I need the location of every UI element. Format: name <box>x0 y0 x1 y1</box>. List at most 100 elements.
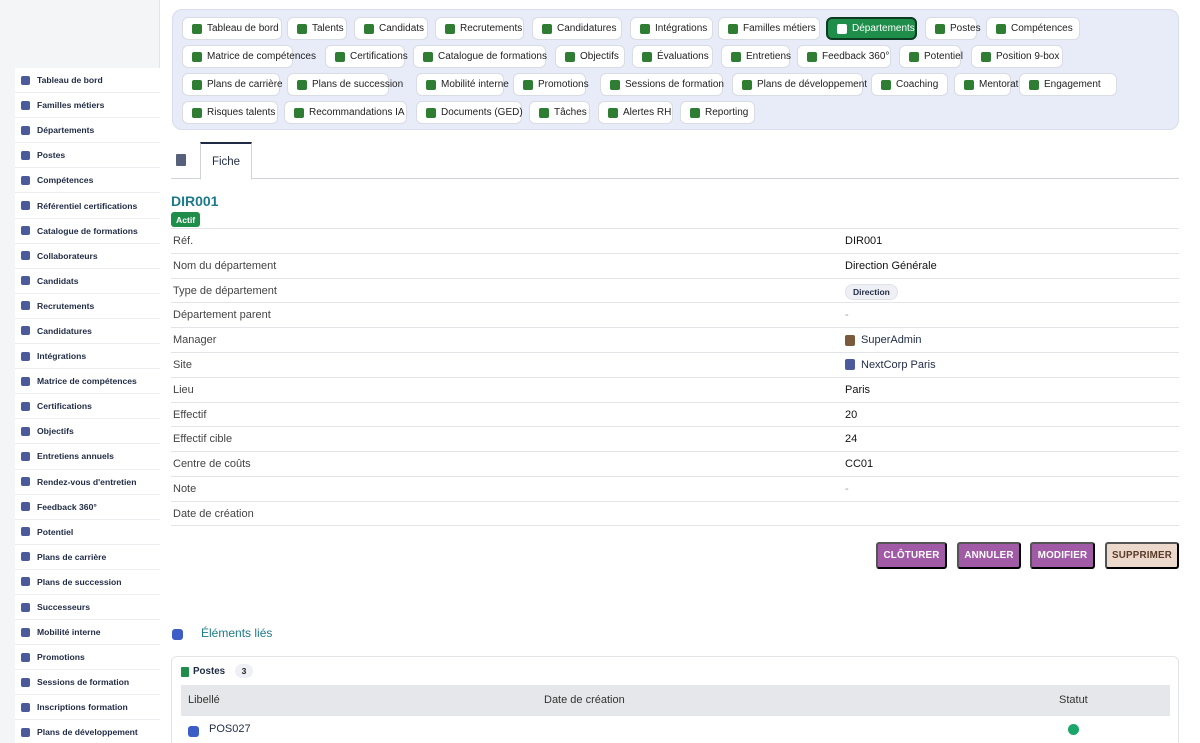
sidebar-item[interactable]: Objectifs <box>15 419 160 445</box>
sidebar-item[interactable]: Plans de succession <box>15 570 160 595</box>
nav-career-icon[interactable]: Plans de carrière <box>182 73 283 96</box>
nav-user-icon[interactable]: Talents <box>287 17 347 40</box>
sidebar-item[interactable]: Candidatures <box>15 319 160 345</box>
nav-mentor-icon[interactable]: Mentorat <box>954 73 1018 96</box>
sidebar-item[interactable]: Certifications <box>15 394 160 420</box>
sidebar-item[interactable]: Référentiel certifications <box>15 193 160 219</box>
sidebar-item[interactable]: Compétences <box>15 168 160 194</box>
sidebar-item[interactable]: Familles métiers <box>15 93 160 119</box>
nav-exchange-icon[interactable]: Mobilité interne <box>416 73 509 96</box>
sidebar-item[interactable]: Mobilité interne <box>15 620 160 646</box>
column-date-creation[interactable]: Date de création <box>544 694 625 706</box>
column-libelle[interactable]: Libellé <box>188 694 220 706</box>
sidebar-item[interactable]: Entretiens annuels <box>15 444 160 470</box>
sidebar-item[interactable]: Potentiel <box>15 520 160 545</box>
nav-arrow-up-icon[interactable]: Promotions <box>513 73 589 96</box>
sidebar-item[interactable]: Sessions de formation <box>15 670 160 696</box>
modifier-button[interactable]: MODIFIER <box>1030 542 1095 569</box>
brain-icon <box>21 175 30 185</box>
nav-target-icon[interactable]: Objectifs <box>555 45 625 68</box>
folder-icon <box>426 107 436 118</box>
field-value[interactable]: SuperAdmin <box>845 334 922 346</box>
detail-row: Réf. DIR001 <box>171 228 1179 253</box>
annuler-button[interactable]: ANNULER <box>957 542 1021 569</box>
field-value: Direction <box>845 283 898 300</box>
target-icon <box>565 51 575 62</box>
nav-heart-icon[interactable]: Engagement <box>1019 73 1117 96</box>
nav-user-plus-icon[interactable]: Candidats <box>354 17 428 40</box>
sidebar-item[interactable]: Postes <box>15 143 160 169</box>
nav-label: Sessions de formation <box>625 79 724 90</box>
sidebar-item[interactable]: Candidats <box>15 269 160 294</box>
sidebar-item[interactable]: Recrutements <box>15 294 160 319</box>
sidebar-item[interactable]: Matrice de compétences <box>15 369 160 395</box>
sidebar-item[interactable]: Promotions <box>15 645 160 671</box>
supprimer-button[interactable]: SUPPRIMER <box>1105 542 1179 569</box>
nav-door-open-icon[interactable]: Intégrations <box>630 17 713 40</box>
career-icon <box>21 552 30 562</box>
link-icon[interactable] <box>188 726 199 737</box>
nav-folder-icon[interactable]: Documents (GED) <box>416 101 523 124</box>
nav-clipboard-icon[interactable]: Plans de développement <box>732 73 867 96</box>
nav-sitemap-icon[interactable]: Plans de succession <box>287 73 403 96</box>
nav-badge-icon[interactable]: Postes <box>925 17 981 40</box>
sidebar-item[interactable]: Feedback 360° <box>15 495 160 520</box>
nav-pie-chart-icon[interactable]: Reporting <box>680 101 755 124</box>
sidebar-item-label: Rendez-vous d'entretien <box>37 476 137 487</box>
sidebar-item[interactable]: Intégrations <box>15 344 160 370</box>
field-value-text[interactable]: NextCorp Paris <box>861 359 936 371</box>
nav-chalkboard-icon[interactable]: Sessions de formation <box>600 73 724 96</box>
sidebar-item-label: Feedback 360° <box>37 501 97 512</box>
nav-label: Évaluations <box>657 51 709 62</box>
sidebar-item[interactable]: Collaborateurs <box>15 244 160 269</box>
chat-icon <box>21 477 30 487</box>
nav-megaphone-icon[interactable]: Recrutements <box>435 17 524 40</box>
sidebar-item-label: Objectifs <box>37 426 74 437</box>
building-icon[interactable] <box>176 154 186 166</box>
sidebar-item[interactable]: Départements <box>15 118 160 144</box>
nav-chart-line-icon[interactable]: Potentiel <box>899 45 963 68</box>
sidebar-menu: Tableau de bord Familles métiers Départeme… <box>15 68 160 743</box>
field-value-text: Paris <box>845 383 871 396</box>
sidebar-item-label: Intégrations <box>37 351 87 362</box>
nav-handshake-icon[interactable]: Coaching <box>871 73 948 96</box>
nav-label: Alertes RH <box>623 107 672 118</box>
building-icon <box>837 23 847 34</box>
nav-comment-icon[interactable]: Feedback 360° <box>797 45 891 68</box>
table-row-code[interactable]: POS027 <box>209 723 251 735</box>
sidebar-item[interactable]: Inscriptions formation <box>15 695 160 721</box>
sidebar-item[interactable]: Tableau de bord <box>15 68 160 94</box>
cloturer-button[interactable]: CLÔTURER <box>876 542 947 569</box>
sidebar-item[interactable]: Successeurs <box>15 595 160 621</box>
nav-chat-icon[interactable]: Entretiens <box>721 45 791 68</box>
nav-robot-icon[interactable]: Recommandations IA <box>284 101 407 124</box>
nav-label: Mobilité interne <box>441 79 509 90</box>
sidebar-item[interactable]: Plans de carrière <box>15 545 160 570</box>
nav-grid-icon[interactable]: Position 9-box <box>971 45 1063 68</box>
detail-row: Note - <box>171 475 1179 501</box>
nav-label: Départements <box>852 23 915 34</box>
nav-star-icon[interactable]: Évaluations <box>632 45 713 68</box>
pie-chart-icon <box>690 107 700 118</box>
nav-graduation-cap-icon[interactable]: Catalogue de formations <box>413 45 547 68</box>
nav-label: Talents <box>312 23 344 34</box>
field-value-text[interactable]: SuperAdmin <box>861 334 922 346</box>
sidebar-item[interactable]: Rendez-vous d'entretien <box>15 470 160 495</box>
tab-fiche[interactable]: Fiche <box>200 142 252 180</box>
nav-file-signature-icon[interactable]: Candidatures <box>532 17 622 40</box>
column-statut[interactable]: Statut <box>1059 694 1088 706</box>
nav-brain-icon[interactable]: Compétences <box>986 17 1080 40</box>
nav-network-icon[interactable]: Matrice de compétences <box>182 45 316 68</box>
sidebar-item[interactable]: Catalogue de formations <box>15 219 160 244</box>
nav-bell-icon[interactable]: Alertes RH <box>598 101 673 124</box>
nav-warning-icon[interactable]: Risques talents <box>182 101 278 124</box>
nav-tasks-icon[interactable]: Tâches <box>529 101 590 124</box>
nav-dashboard-icon[interactable]: Tableau de bord <box>182 17 282 40</box>
field-value[interactable]: NextCorp Paris <box>845 359 936 371</box>
nav-building-icon[interactable]: Départements <box>826 17 917 40</box>
users-icon <box>21 602 30 612</box>
nav-award-icon[interactable]: Certifications <box>325 45 408 68</box>
nav-label: Plans de carrière <box>207 79 283 90</box>
sidebar-item[interactable]: Plans de développement <box>15 720 160 743</box>
nav-hierarchy-icon[interactable]: Familles métiers <box>718 17 820 40</box>
